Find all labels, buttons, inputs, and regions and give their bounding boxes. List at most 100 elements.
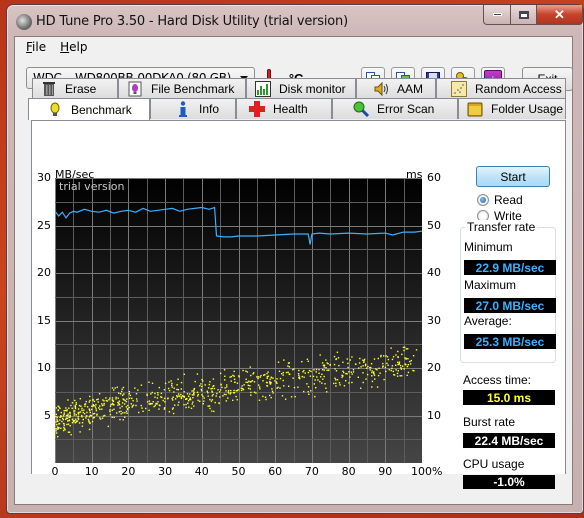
access-time-point (122, 386, 125, 389)
access-time-point (91, 405, 93, 407)
access-time-point (395, 364, 397, 366)
access-time-point (171, 397, 173, 400)
radio-read[interactable]: Read (477, 193, 523, 207)
title-bar[interactable]: HD Tune Pro 3.50 - Hard Disk Utility (tr… (7, 5, 583, 35)
access-time-point (323, 366, 325, 368)
access-time-point (190, 398, 192, 401)
access-time-point (210, 400, 213, 402)
maximize-button[interactable] (511, 5, 537, 25)
access-time-point (66, 409, 68, 411)
access-time-point (173, 387, 175, 389)
menu-help[interactable]: Help (53, 37, 94, 57)
access-time-point (253, 381, 256, 383)
y-right-tick-label: 40 (427, 266, 441, 279)
tab-health[interactable]: Health (236, 98, 332, 119)
access-time-point (153, 405, 155, 408)
access-time-point (325, 367, 327, 369)
access-time-point (241, 385, 243, 387)
access-time-point (321, 368, 324, 371)
access-time-point (148, 403, 150, 405)
access-time-point (172, 396, 174, 398)
access-time-point (382, 362, 384, 365)
menu-file[interactable]: File (19, 37, 53, 57)
access-time-point (103, 404, 105, 406)
access-time-point (71, 402, 74, 404)
access-time-point (121, 388, 123, 390)
access-time-point (98, 407, 100, 409)
access-time-point (103, 402, 105, 405)
random-access-icon (451, 81, 467, 97)
access-time-point (66, 423, 68, 426)
window-title: HD Tune Pro 3.50 - Hard Disk Utility (tr… (36, 14, 348, 29)
access-time-point (85, 415, 87, 417)
radio-read-dot[interactable] (477, 194, 489, 206)
access-time-point (154, 396, 156, 398)
access-time-point (207, 392, 209, 394)
access-time-point (338, 382, 341, 384)
access-time-value: 15.0 ms (463, 390, 555, 405)
access-time-point (81, 414, 83, 417)
access-time-point (250, 374, 252, 377)
access-time-point (351, 373, 353, 375)
access-time-point (55, 432, 58, 434)
access-time-point (76, 420, 79, 422)
access-time-point (120, 413, 122, 415)
access-time-point (264, 374, 266, 376)
tab-benchmark[interactable]: Benchmark (28, 98, 150, 120)
tab-info[interactable]: Info (150, 98, 236, 119)
access-time-point (186, 393, 189, 395)
access-time-point (401, 353, 403, 356)
y-left-tick-label: 15 (37, 313, 51, 327)
access-time-point (96, 413, 98, 415)
access-time-point (321, 382, 323, 384)
access-time-point (230, 375, 233, 378)
access-time-point (154, 404, 156, 407)
access-time-point (57, 405, 59, 407)
access-time-point (154, 392, 156, 395)
start-button[interactable]: Start (476, 166, 550, 187)
access-time-point (220, 384, 222, 386)
access-time-point (359, 357, 361, 360)
tab-file-benchmark[interactable]: File Benchmark (118, 78, 246, 99)
access-time-point (321, 373, 323, 375)
tab-disk-monitor[interactable]: Disk monitor (246, 78, 356, 99)
access-time-point (338, 364, 340, 367)
folder-icon (467, 101, 483, 117)
access-time-point (333, 382, 335, 385)
access-time-point (137, 389, 139, 391)
access-time-point (369, 369, 371, 371)
menu-bar: File Help (15, 37, 572, 57)
access-time-point (323, 369, 325, 371)
access-time-point (283, 359, 285, 361)
access-time-point (91, 420, 94, 423)
access-time-point (85, 417, 87, 419)
access-time-point (89, 399, 91, 402)
access-time-point (348, 382, 350, 384)
access-time-point (262, 380, 264, 382)
access-time-point (116, 412, 118, 414)
access-time-point (70, 404, 72, 407)
access-time-point (358, 362, 361, 364)
access-time-point (224, 379, 226, 381)
access-time-point (363, 361, 365, 363)
access-time-point (407, 348, 409, 350)
minimize-button[interactable] (483, 5, 511, 25)
access-time-point (69, 412, 71, 414)
access-time-point (404, 363, 406, 365)
tab-error-scan[interactable]: Error Scan (332, 98, 458, 119)
access-time-point (80, 405, 82, 407)
access-time-point (74, 410, 76, 412)
tab-aam[interactable]: AAM (356, 78, 436, 99)
access-time-point (211, 391, 213, 393)
access-time-point (208, 387, 210, 389)
access-time-point (79, 411, 82, 413)
access-time-point (102, 399, 104, 401)
access-time-point (329, 363, 331, 366)
tab-folder-usage[interactable]: Folder Usage (458, 98, 566, 119)
x-tick-label: 70 (304, 465, 319, 478)
close-button[interactable]: ✕ (537, 5, 583, 25)
tab-random-access[interactable]: Random Access (436, 78, 566, 99)
access-time-point (334, 368, 336, 370)
access-time-point (73, 420, 75, 423)
tab-erase[interactable]: Erase (32, 78, 118, 99)
